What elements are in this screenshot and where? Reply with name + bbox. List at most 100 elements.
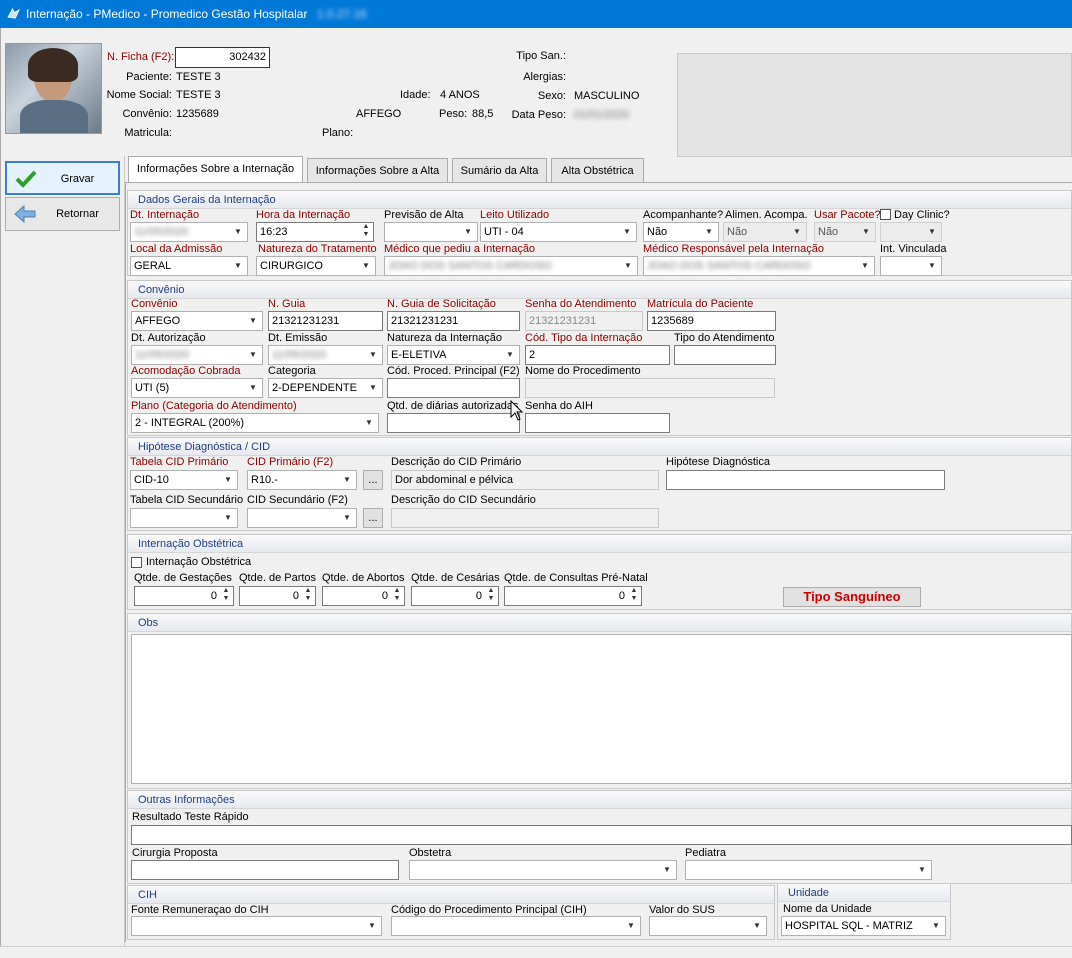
obstetra-select[interactable]: ▼ xyxy=(409,860,677,880)
outras-header: Outras Informações xyxy=(138,794,235,806)
local-select[interactable]: GERAL ▼ xyxy=(130,256,248,276)
chevron-down-icon: ▼ xyxy=(928,261,936,270)
dt-emissao-picker[interactable]: 11/05/2020 ▼ xyxy=(268,345,383,365)
chevron-down-icon: ▼ xyxy=(224,513,232,522)
cod-tipo-input[interactable]: 2 xyxy=(525,345,670,365)
cid-primario-label: CID Primário (F2) xyxy=(247,456,334,468)
tipo-atend-input[interactable] xyxy=(674,345,776,365)
gravar-button[interactable]: Gravar xyxy=(5,161,120,195)
plano-atend-label: Plano (Categoria do Atendimento) xyxy=(131,400,297,412)
previsao-picker[interactable]: ▼ xyxy=(384,222,478,242)
tab-informacoes-alta[interactable]: Informações Sobre a Alta xyxy=(307,158,448,182)
partos-label: Qtde. de Partos xyxy=(239,572,317,584)
ficha-input[interactable]: 302432 xyxy=(175,47,270,68)
dt-autorizacao-picker[interactable]: 11/05/2020 ▼ xyxy=(131,345,263,365)
senha-atend-label: Senha do Atendimento xyxy=(525,298,637,310)
pediatra-select[interactable]: ▼ xyxy=(685,860,932,880)
desc-primario-input[interactable]: Dor abdominal e pélvica xyxy=(391,470,659,490)
leito-label: Leito Utilizado xyxy=(480,209,550,221)
pacote-select[interactable]: Não ▼ xyxy=(814,222,876,242)
int-vinculada-select[interactable]: ▼ xyxy=(880,256,942,276)
cesarias-stepper[interactable]: 0 ▲ ▼ xyxy=(411,586,499,606)
patient-photo xyxy=(5,43,102,134)
obs-textarea[interactable] xyxy=(131,634,1072,784)
categoria-label: Categoria xyxy=(268,365,316,377)
tab-alta-obstetrica[interactable]: Alta Obstétrica xyxy=(551,158,644,182)
chevron-down-icon: ▼ xyxy=(234,227,242,236)
day-clinic-checkbox[interactable] xyxy=(880,209,891,220)
info-panel xyxy=(677,53,1072,157)
cid-primario-select[interactable]: R10.- ▼ xyxy=(247,470,357,490)
desc-primario-label: Descrição do CID Primário xyxy=(391,456,522,468)
convenio-select[interactable]: AFFEGO ▼ xyxy=(131,311,263,331)
obs-header: Obs xyxy=(138,617,159,629)
medico-pediu-select[interactable]: JOAO DOS SANTOS CARDOSO ▼ xyxy=(384,256,638,276)
desc-secundario-input[interactable] xyxy=(391,508,659,528)
partos-stepper[interactable]: 0 ▲ ▼ xyxy=(239,586,316,606)
chevron-down-icon: ▼ xyxy=(753,921,761,930)
categoria-select[interactable]: 2-DEPENDENTE ▼ xyxy=(268,378,383,398)
n-guia-sol-input[interactable]: 21321231231 xyxy=(387,311,520,331)
senha-atend-input[interactable]: 21321231231 xyxy=(525,311,643,331)
natureza-select[interactable]: CIRURGICO ▼ xyxy=(256,256,376,276)
fonte-select[interactable]: ▼ xyxy=(131,916,382,936)
senha-aih-input[interactable] xyxy=(525,413,670,433)
n-guia-input[interactable]: 21321231231 xyxy=(268,311,383,331)
chevron-down-icon: ▼ xyxy=(464,227,472,236)
hipotese-input[interactable] xyxy=(666,470,945,490)
title-bar: Internação - PMedico - Promedico Gestão … xyxy=(0,0,1072,28)
resultado-input[interactable] xyxy=(131,825,1072,845)
plano-atend-select[interactable]: 2 - INTEGRAL (200%) ▼ xyxy=(131,413,379,433)
tipo-sanguineo-button[interactable]: Tipo Sanguíneo xyxy=(783,587,921,607)
internacao-obstetrica-checkbox[interactable] xyxy=(131,557,142,568)
convenio-label: Convênio: xyxy=(122,108,172,120)
tabela-primario-select[interactable]: CID-10 ▼ xyxy=(130,470,238,490)
nome-unidade-label: Nome da Unidade xyxy=(783,903,872,915)
acomodacao-select[interactable]: UTI (5) ▼ xyxy=(131,378,263,398)
convenio-select-label: Convênio xyxy=(131,298,178,310)
hora-label: Hora da Internação xyxy=(256,209,351,221)
tab-informacoes-internacao[interactable]: Informações Sobre a Internação xyxy=(128,156,303,182)
medico-resp-select[interactable]: JOAO DOS SANTOS CARDOSO ▼ xyxy=(643,256,875,276)
nome-social-value: TESTE 3 xyxy=(176,89,221,101)
medico-pediu-label: Médico que pediu a Internação xyxy=(384,243,536,255)
natureza-int-select[interactable]: E-ELETIVA ▼ xyxy=(387,345,520,365)
tabela-secundario-select[interactable]: ▼ xyxy=(130,508,238,528)
cirurgia-input[interactable] xyxy=(131,860,399,880)
chevron-down-icon: ▼ xyxy=(369,350,377,359)
chevron-down-icon: ▼ xyxy=(368,921,376,930)
data-peso-label: Data Peso: xyxy=(511,109,566,121)
tab-sumario-alta[interactable]: Sumário da Alta xyxy=(452,158,547,182)
day-clinic-select[interactable]: ▼ xyxy=(880,222,942,242)
nome-proced-input[interactable] xyxy=(525,378,775,398)
leito-select[interactable]: UTI - 04 ▼ xyxy=(480,222,637,242)
codigo-cih-select[interactable]: ▼ xyxy=(391,916,641,936)
alimen-select[interactable]: Não ▼ xyxy=(723,222,807,242)
dt-internacao-picker[interactable]: 11/05/2020 ▼ xyxy=(130,222,248,242)
cid-secundario-search-button[interactable]: ... xyxy=(363,508,383,528)
valor-sus-select[interactable]: ▼ xyxy=(649,916,767,936)
dt-autorizacao-label: Dt. Autorização xyxy=(131,332,206,344)
qtd-diarias-input[interactable] xyxy=(387,413,520,433)
medico-resp-label: Médico Responsável pela Internação xyxy=(643,243,825,255)
cid-primario-search-button[interactable]: ... xyxy=(363,470,383,490)
alimen-label: Alimen. Acompa. xyxy=(725,209,808,221)
abortos-stepper[interactable]: 0 ▲ ▼ xyxy=(322,586,405,606)
n-guia-label: N. Guia xyxy=(268,298,306,310)
chevron-down-icon: ▼ xyxy=(861,261,869,270)
hora-input[interactable]: 16:23 ▲ ▼ xyxy=(256,222,374,242)
consultas-label: Qtde. de Consultas Pré-Natal xyxy=(504,572,648,584)
spinner-icon: ▲ ▼ xyxy=(222,587,230,602)
peso-label: Peso: xyxy=(439,108,468,120)
obstetra-label: Obstetra xyxy=(409,847,452,859)
matricula-paciente-input[interactable]: 1235689 xyxy=(647,311,776,331)
chevron-down-icon: ▼ xyxy=(624,261,632,270)
cod-proced-input[interactable] xyxy=(387,378,520,398)
gestacoes-stepper[interactable]: 0 ▲ ▼ xyxy=(134,586,234,606)
consultas-stepper[interactable]: 0 ▲ ▼ xyxy=(504,586,642,606)
retornar-button[interactable]: Retornar xyxy=(5,197,120,231)
cid-secundario-select[interactable]: ▼ xyxy=(247,508,357,528)
chevron-down-icon: ▼ xyxy=(224,475,232,484)
nome-unidade-select[interactable]: HOSPITAL SQL - MATRIZ ▼ xyxy=(781,916,946,936)
acompanhante-select[interactable]: Não ▼ xyxy=(643,222,719,242)
